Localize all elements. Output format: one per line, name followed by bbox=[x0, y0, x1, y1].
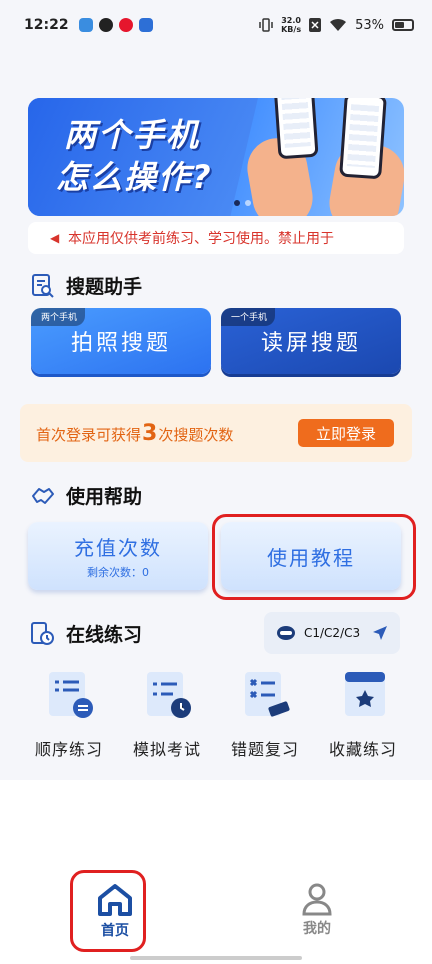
megaphone-icon: ◀ bbox=[50, 231, 60, 245]
mock-exam[interactable]: 模拟考试 bbox=[122, 666, 212, 760]
home-tab-highlight bbox=[70, 870, 146, 952]
sync-notification-icon bbox=[98, 18, 113, 32]
status-time: 12:22 bbox=[24, 17, 69, 33]
practice-item-label: 错题复习 bbox=[230, 740, 299, 759]
battery-percent: 53% bbox=[355, 17, 384, 33]
app-notification-icon bbox=[78, 18, 93, 32]
favorites-icon bbox=[337, 666, 389, 718]
photo-search-tag: 两个手机 bbox=[31, 308, 86, 326]
home-indicator bbox=[130, 956, 302, 960]
wifi-icon bbox=[330, 18, 347, 31]
battery-icon bbox=[392, 19, 414, 31]
login-prompt-text: 首次登录可获得 3 次搜题次数 bbox=[36, 420, 234, 446]
practice-item-label: 模拟考试 bbox=[132, 740, 201, 759]
screen-read-search-button[interactable]: 一个手机 读屏搜题 bbox=[221, 308, 401, 374]
notification-icons bbox=[78, 18, 153, 32]
wrong-question-icon bbox=[239, 666, 291, 718]
mock-exam-icon bbox=[141, 666, 193, 718]
practice-item-label: 顺序练习 bbox=[34, 740, 103, 759]
screen-read-label: 读屏搜题 bbox=[260, 331, 361, 356]
recharge-label: 充值次数 bbox=[74, 536, 162, 560]
system-status: 32.0 KB/s 53% bbox=[259, 16, 414, 34]
sequential-practice[interactable]: 顺序练习 bbox=[24, 666, 114, 760]
practice-section-header: 在线练习 bbox=[30, 620, 142, 647]
tutorial-highlight bbox=[212, 514, 416, 600]
sim-off-icon bbox=[309, 18, 322, 32]
promo-banner[interactable]: 两个手机 怎么操作? bbox=[28, 98, 404, 216]
photo-search-label: 拍照搜题 bbox=[70, 331, 171, 356]
practice-section-title: 在线练习 bbox=[66, 624, 143, 646]
login-now-button[interactable]: 立即登录 bbox=[298, 419, 394, 447]
banner-title: 两个手机 怎么操作? bbox=[56, 116, 213, 196]
status-bar: 12:22 32.0 KB/s 53% bbox=[0, 0, 432, 50]
search-doc-icon bbox=[30, 273, 56, 299]
photo-search-button[interactable]: 两个手机 拍照搜题 bbox=[31, 308, 211, 374]
tab-mine[interactable]: 我的 bbox=[287, 882, 347, 938]
search-section-header: 搜题助手 bbox=[30, 272, 142, 299]
sequential-practice-icon bbox=[43, 666, 95, 718]
recharge-button[interactable]: 充值次数 剩余次数：0 bbox=[28, 522, 208, 590]
wrong-question-review[interactable]: 错题复习 bbox=[220, 666, 310, 760]
car-icon bbox=[277, 626, 295, 640]
tab-mine-label: 我的 bbox=[303, 921, 331, 937]
user-icon bbox=[302, 883, 332, 916]
help-section-header: 使用帮助 bbox=[30, 482, 142, 509]
bottom-tab-bar bbox=[0, 780, 432, 964]
search-section-title: 搜题助手 bbox=[66, 276, 143, 298]
help-handshake-icon bbox=[30, 483, 56, 509]
favorites-practice[interactable]: 收藏练习 bbox=[318, 666, 408, 760]
practice-clock-icon bbox=[30, 621, 56, 647]
screen-read-tag: 一个手机 bbox=[221, 308, 276, 326]
remaining-count: 剩余次数：0 bbox=[87, 566, 149, 579]
notice-text: 本应用仅供考前练习、学习使用。禁止用于 bbox=[68, 231, 334, 247]
banner-pagination bbox=[234, 200, 251, 206]
weibo-notification-icon bbox=[118, 18, 133, 32]
network-speed: 32.0 KB/s bbox=[281, 16, 302, 34]
vibrate-icon bbox=[259, 18, 273, 32]
practice-item-label: 收藏练习 bbox=[328, 740, 397, 759]
location-arrow-icon bbox=[373, 626, 388, 640]
help-section-title: 使用帮助 bbox=[66, 486, 143, 508]
free-search-count: 3 bbox=[142, 420, 158, 446]
notice-marquee: ◀ 本应用仅供考前练习、学习使用。禁止用于 bbox=[28, 222, 404, 254]
phone-illustration-right bbox=[339, 98, 387, 180]
license-type-selector[interactable]: C1/C2/C3 bbox=[264, 612, 400, 654]
login-prompt: 首次登录可获得 3 次搜题次数 立即登录 bbox=[20, 404, 412, 462]
license-types-label: C1/C2/C3 bbox=[304, 626, 361, 640]
phone-illustration bbox=[273, 98, 319, 160]
app2-notification-icon bbox=[138, 18, 153, 32]
